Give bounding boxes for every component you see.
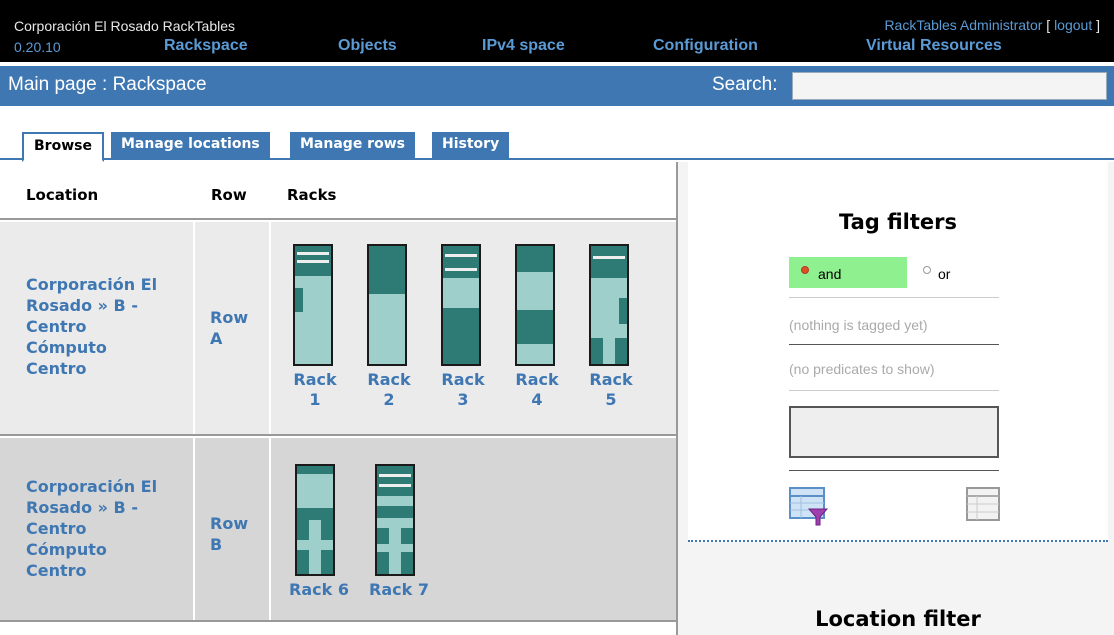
rack-6-label[interactable]: Rack 6 (289, 580, 349, 600)
location-cell: Corporación El Rosado » B - Centro Cómpu… (0, 222, 195, 434)
divider (789, 390, 999, 391)
nav-ipv4-space[interactable]: IPv4 space (482, 37, 565, 55)
rack-7[interactable]: Rack 7 (369, 464, 445, 604)
bracket-close: ] (1096, 17, 1100, 33)
app-name: Corporación El Rosado RackTables (14, 18, 235, 34)
search-label: Search: (712, 74, 778, 95)
location-cell: Corporación El Rosado » B - Centro Cómpu… (0, 438, 195, 620)
user-name[interactable]: RackTables Administrator (884, 17, 1042, 33)
location-link[interactable]: Corporación El Rosado » B - Centro Cómpu… (26, 476, 157, 581)
row-link[interactable]: Row A (210, 307, 248, 349)
search-input[interactable] (792, 72, 1107, 100)
no-predicates-text: (no predicates to show) (789, 361, 935, 377)
tab-browse[interactable]: Browse (22, 132, 104, 162)
logout-link[interactable]: logout (1054, 17, 1092, 33)
nav-objects[interactable]: Objects (338, 37, 397, 55)
user-area: RackTables Administrator [ logout ] (884, 17, 1100, 33)
tag-filter-textarea[interactable] (789, 406, 999, 458)
tab-manage-locations[interactable]: Manage locations (111, 132, 270, 160)
divider (789, 344, 999, 345)
racks-cell: Rack 6 Rack 7 (273, 438, 676, 620)
or-radio[interactable] (923, 266, 931, 274)
tag-filter-box: Tag filters and or (nothing is tagged ye… (688, 162, 1108, 542)
rack-1-thumbnail (293, 244, 333, 366)
table-row: Corporación El Rosado » B - Centro Cómpu… (0, 438, 676, 622)
rack-7-thumbnail (375, 464, 415, 576)
row-link[interactable]: Row B (210, 513, 248, 555)
and-radio[interactable] (801, 266, 809, 274)
tab-manage-rows[interactable]: Manage rows (290, 132, 415, 160)
tab-bar: Browse Manage locations Manage rows Hist… (0, 132, 1114, 162)
rack-5-thumbnail (589, 244, 629, 366)
rack-1[interactable]: Rack 1 (293, 244, 353, 409)
rack-1-label[interactable]: Rack 1 (293, 370, 337, 410)
rack-2[interactable]: Rack 2 (367, 244, 427, 409)
filter-reset-icon[interactable] (966, 487, 1000, 527)
rack-2-thumbnail (367, 244, 407, 366)
row-cell: Row A (197, 222, 271, 434)
rack-3[interactable]: Rack 3 (441, 244, 501, 409)
app-version[interactable]: 0.20.10 (14, 39, 61, 55)
page-path: Main page : Rackspace (8, 74, 207, 95)
rack-2-label[interactable]: Rack 2 (367, 370, 411, 410)
rack-4-label[interactable]: Rack 4 (515, 370, 559, 410)
bracket-open: [ (1046, 17, 1051, 33)
nothing-tagged-text: (nothing is tagged yet) (789, 317, 928, 333)
rack-7-label[interactable]: Rack 7 (369, 580, 429, 600)
rack-4[interactable]: Rack 4 (515, 244, 575, 409)
rack-3-label[interactable]: Rack 3 (441, 370, 485, 410)
or-label[interactable]: or (938, 266, 950, 282)
rackspace-table: Location Row Racks Corporación El Rosado… (0, 162, 678, 635)
filter-sidebar: Tag filters and or (nothing is tagged ye… (678, 162, 1114, 635)
rack-6[interactable]: Rack 6 (289, 464, 365, 604)
location-link[interactable]: Corporación El Rosado » B - Centro Cómpu… (26, 274, 157, 379)
header-row: Row (211, 186, 247, 204)
header-racks: Racks (287, 186, 337, 204)
filter-apply-icon[interactable] (789, 487, 829, 527)
tag-filters-title: Tag filters (838, 210, 958, 234)
nav-virtual-resources[interactable]: Virtual Resources (866, 37, 1002, 55)
rack-5[interactable]: Rack 5 (589, 244, 649, 409)
tab-history[interactable]: History (432, 132, 510, 160)
rack-5-label[interactable]: Rack 5 (589, 370, 633, 410)
racks-cell: Rack 1 Rack 2 Rack 3 Rack 4 Rack 5 (273, 222, 676, 434)
and-label[interactable]: and (818, 266, 841, 282)
row-cell: Row B (197, 438, 271, 620)
path-bar: Main page : Rackspace Search: (0, 66, 1114, 106)
nav-configuration[interactable]: Configuration (653, 37, 758, 55)
header-location: Location (26, 186, 99, 204)
table-row: Corporación El Rosado » B - Centro Cómpu… (0, 222, 676, 436)
table-header: Location Row Racks (0, 162, 676, 220)
nav-rackspace[interactable]: Rackspace (164, 37, 248, 55)
rack-4-thumbnail (515, 244, 555, 366)
rack-6-thumbnail (295, 464, 335, 576)
divider (789, 297, 999, 298)
location-filter-title: Location filter (815, 607, 981, 631)
divider (789, 470, 999, 471)
rack-3-thumbnail (441, 244, 481, 366)
top-bar: Corporación El Rosado RackTables 0.20.10… (0, 0, 1114, 62)
